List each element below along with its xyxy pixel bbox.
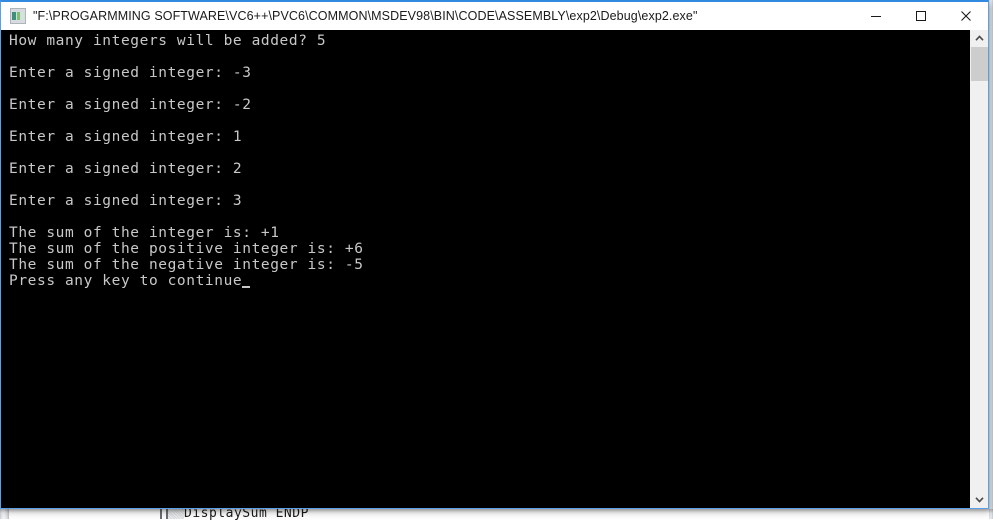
- window-controls: [853, 2, 988, 30]
- console-line: The sum of the integer is: +1: [9, 225, 280, 241]
- console-line: Press any key to continue: [9, 273, 970, 289]
- console-window-icon: [10, 8, 26, 24]
- console-output[interactable]: How many integers will be added? 5 Enter…: [1, 30, 970, 508]
- scrollbar-thumb[interactable]: [971, 47, 988, 81]
- console-body: How many integers will be added? 5 Enter…: [1, 30, 988, 508]
- console-line: Enter a signed integer: 1: [9, 129, 243, 145]
- console-line: Enter a signed integer: -3: [9, 65, 252, 81]
- console-line: How many integers will be added? 5: [9, 33, 327, 49]
- scroll-up-arrow-icon[interactable]: [971, 30, 988, 47]
- console-scrollbar[interactable]: [970, 30, 988, 508]
- text-cursor: [242, 286, 251, 288]
- ide-right-edge-strip: [989, 0, 993, 519]
- window-title: "F:\PROGARMMING SOFTWARE\VC6++\PVC6\COMM…: [33, 9, 698, 23]
- console-line: Enter a signed integer: 2: [9, 161, 243, 177]
- console-line: Enter a signed integer: -2: [9, 97, 252, 113]
- minimize-button[interactable]: [853, 2, 898, 30]
- title-bar[interactable]: "F:\PROGARMMING SOFTWARE\VC6++\PVC6\COMM…: [1, 2, 988, 31]
- window-drop-shadow: [0, 509, 993, 513]
- scroll-down-arrow-icon[interactable]: [971, 491, 988, 508]
- close-button[interactable]: [943, 2, 988, 30]
- console-line: The sum of the negative integer is: -5: [9, 257, 364, 273]
- console-line: Enter a signed integer: 3: [9, 193, 243, 209]
- console-window: "F:\PROGARMMING SOFTWARE\VC6++\PVC6\COMM…: [0, 0, 989, 509]
- console-line: The sum of the positive integer is: +6: [9, 241, 364, 257]
- maximize-button[interactable]: [898, 2, 943, 30]
